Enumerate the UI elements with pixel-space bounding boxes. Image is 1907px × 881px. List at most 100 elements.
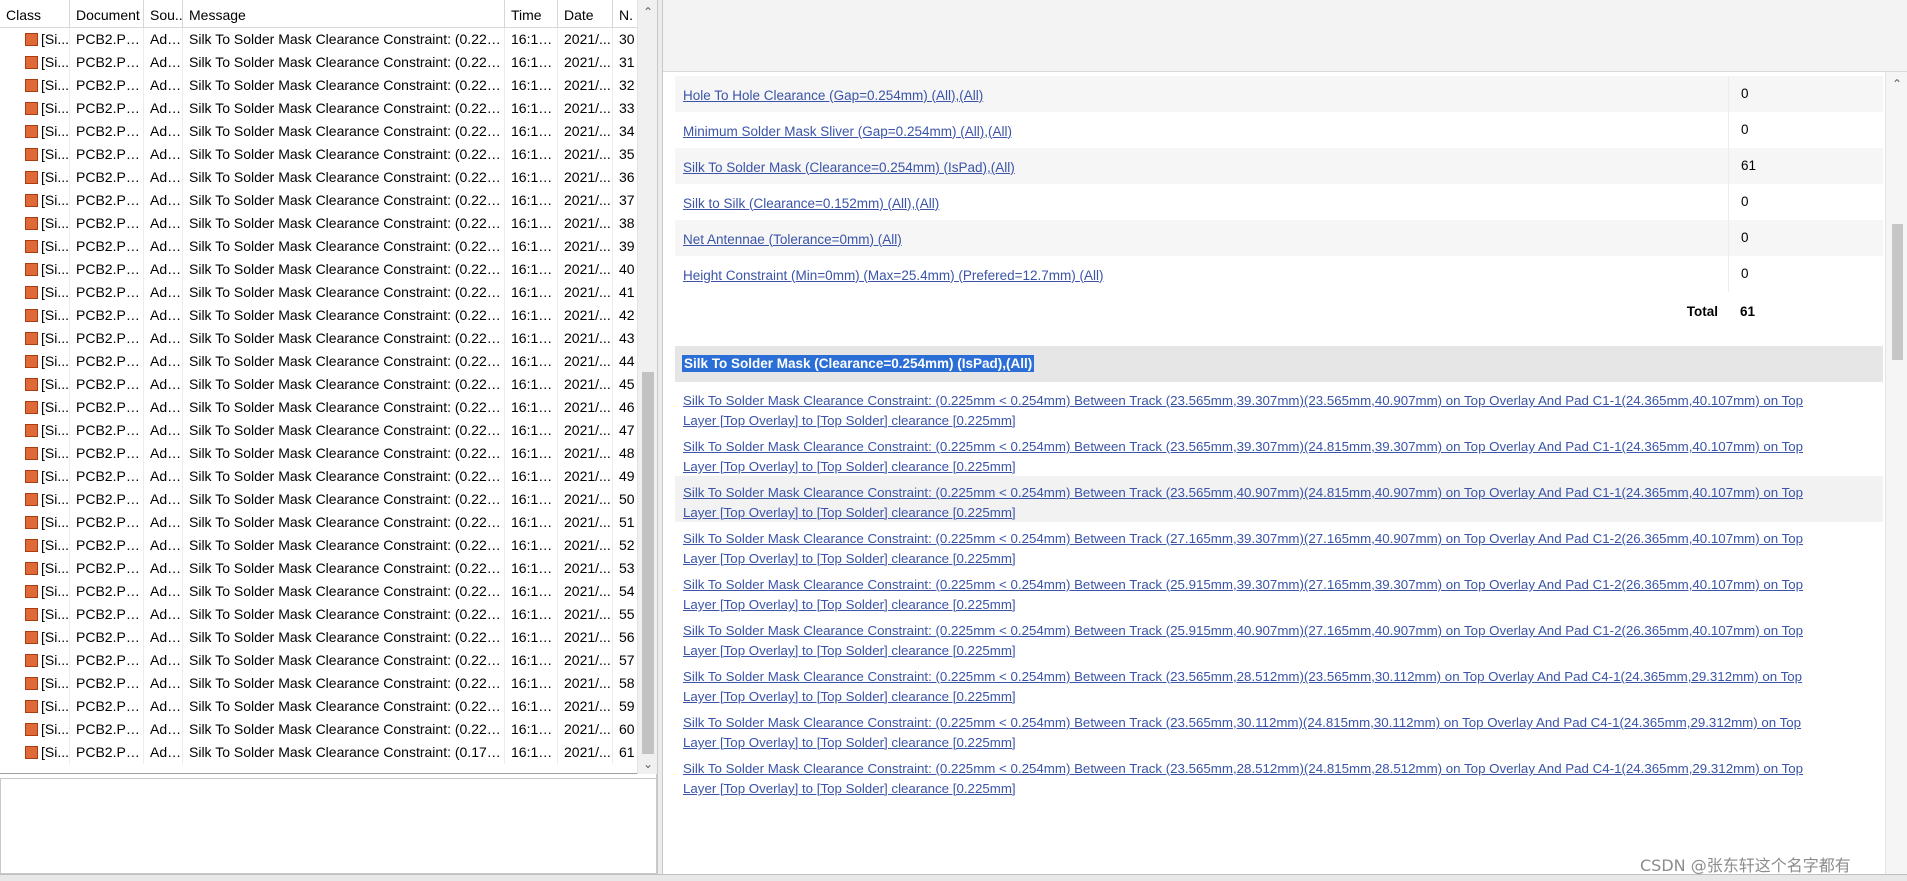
rule-link[interactable]: Net Antennae (Tolerance=0mm) (All) <box>683 232 902 247</box>
cell-time: 16:16:... <box>505 603 558 626</box>
table-row[interactable]: [Si...PCB2.Pcb...Adv...Silk To Solder Ma… <box>0 488 637 511</box>
table-row[interactable]: [Si...PCB2.Pcb...Adv...Silk To Solder Ma… <box>0 166 637 189</box>
violation-link[interactable]: Silk To Solder Mask Clearance Constraint… <box>683 623 1803 638</box>
rule-summary-row: Net Antennae (Tolerance=0mm) (All) 0 <box>675 220 1883 256</box>
table-row[interactable]: [Si...PCB2.Pcb...Adv...Silk To Solder Ma… <box>0 396 637 419</box>
violation-link[interactable]: Silk To Solder Mask Clearance Constraint… <box>683 485 1803 500</box>
violation-item: Silk To Solder Mask Clearance Constraint… <box>675 522 1883 568</box>
cell-no: 46 <box>619 399 635 415</box>
column-header-document[interactable]: Document <box>70 0 144 28</box>
table-row[interactable]: [Si...PCB2.Pcb...Adv...Silk To Solder Ma… <box>0 718 637 741</box>
cell-class: [Si... <box>0 28 70 51</box>
cell-no: 44 <box>619 353 635 369</box>
scroll-up-icon[interactable]: ⌃ <box>638 2 658 22</box>
violation-link-continued[interactable]: Layer [Top Overlay] to [Top Solder] clea… <box>683 781 1016 796</box>
table-row[interactable]: [Si...PCB2.Pcb...Adv...Silk To Solder Ma… <box>0 143 637 166</box>
table-row[interactable]: [Si...PCB2.Pcb...Adv...Silk To Solder Ma… <box>0 580 637 603</box>
violation-link-continued[interactable]: Layer [Top Overlay] to [Top Solder] clea… <box>683 689 1016 704</box>
table-row[interactable]: [Si...PCB2.Pcb...Adv...Silk To Solder Ma… <box>0 120 637 143</box>
cell-class: [Si... <box>0 695 70 718</box>
violation-link[interactable]: Silk To Solder Mask Clearance Constraint… <box>683 531 1803 546</box>
violation-link[interactable]: Silk To Solder Mask Clearance Constraint… <box>683 669 1802 684</box>
table-row[interactable]: [Si...PCB2.Pcb...Adv...Silk To Solder Ma… <box>0 649 637 672</box>
table-row[interactable]: [Si...PCB2.Pcb...Adv...Silk To Solder Ma… <box>0 350 637 373</box>
violation-link-continued[interactable]: Layer [Top Overlay] to [Top Solder] clea… <box>683 597 1016 612</box>
table-row[interactable]: [Si...PCB2.Pcb...Adv...Silk To Solder Ma… <box>0 511 637 534</box>
report-scroll-thumb[interactable] <box>1892 224 1903 360</box>
table-row[interactable]: [Si...PCB2.Pcb...Adv...Silk To Solder Ma… <box>0 97 637 120</box>
table-row[interactable]: [Si...PCB2.Pcb...Adv...Silk To Solder Ma… <box>0 258 637 281</box>
column-header-class[interactable]: Class <box>0 0 70 28</box>
cell-source: Adv... <box>144 327 183 350</box>
violation-link-continued[interactable]: Layer [Top Overlay] to [Top Solder] clea… <box>683 459 1016 474</box>
rule-link[interactable]: Height Constraint (Min=0mm) (Max=25.4mm)… <box>683 268 1104 283</box>
violation-link-continued[interactable]: Layer [Top Overlay] to [Top Solder] clea… <box>683 643 1016 658</box>
table-row[interactable]: [Si...PCB2.Pcb...Adv...Silk To Solder Ma… <box>0 189 637 212</box>
violation-link-continued[interactable]: Layer [Top Overlay] to [Top Solder] clea… <box>683 551 1016 566</box>
table-row[interactable]: [Si...PCB2.Pcb...Adv...Silk To Solder Ma… <box>0 672 637 695</box>
table-row[interactable]: [Si...PCB2.Pcb...Adv...Silk To Solder Ma… <box>0 235 637 258</box>
cell-time: 16:16:... <box>505 235 558 258</box>
cell-document: PCB2.Pcb... <box>70 327 144 350</box>
column-header-no[interactable]: N. <box>613 0 637 28</box>
table-row[interactable]: [Si...PCB2.Pcb...Adv...Silk To Solder Ma… <box>0 212 637 235</box>
table-row[interactable]: [Si...PCB2.Pcb...Adv...Silk To Solder Ma… <box>0 304 637 327</box>
messages-scrollbar[interactable]: ⌃ ⌄ <box>637 0 657 774</box>
cell-source: Adv... <box>144 396 183 419</box>
violation-link-continued[interactable]: Layer [Top Overlay] to [Top Solder] clea… <box>683 505 1016 520</box>
cell-message: Silk To Solder Mask Clearance Constraint… <box>183 465 505 488</box>
table-row[interactable]: [Si...PCB2.Pcb...Adv...Silk To Solder Ma… <box>0 695 637 718</box>
violation-icon <box>25 654 38 667</box>
rule-cell: Silk to Silk (Clearance=0.152mm) (All),(… <box>675 193 1728 212</box>
table-row[interactable]: [Si...PCB2.Pcb...Adv...Silk To Solder Ma… <box>0 557 637 580</box>
cell-class: [Si... <box>0 718 70 741</box>
column-header-source[interactable]: Sou... <box>144 0 183 28</box>
table-row[interactable]: [Si...PCB2.Pcb...Adv...Silk To Solder Ma… <box>0 741 637 764</box>
violation-link[interactable]: Silk To Solder Mask Clearance Constraint… <box>683 715 1801 730</box>
table-row[interactable]: [Si...PCB2.Pcb...Adv...Silk To Solder Ma… <box>0 51 637 74</box>
column-header-date[interactable]: Date <box>558 0 613 28</box>
cell-source: Adv... <box>144 672 183 695</box>
cell-no: 38 <box>619 215 635 231</box>
rule-link[interactable]: Hole To Hole Clearance (Gap=0.254mm) (Al… <box>683 88 983 103</box>
violation-link[interactable]: Silk To Solder Mask Clearance Constraint… <box>683 439 1803 454</box>
report-scrollbar[interactable]: ⌃ <box>1885 72 1907 874</box>
table-row[interactable]: [Si...PCB2.Pcb...Adv...Silk To Solder Ma… <box>0 28 637 51</box>
cell-source: Adv... <box>144 649 183 672</box>
column-header-time[interactable]: Time <box>505 0 558 28</box>
scroll-down-icon[interactable]: ⌄ <box>638 754 658 774</box>
cell-document: PCB2.Pcb... <box>70 74 144 97</box>
violation-link[interactable]: Silk To Solder Mask Clearance Constraint… <box>683 577 1803 592</box>
table-row[interactable]: [Si...PCB2.Pcb...Adv...Silk To Solder Ma… <box>0 74 637 97</box>
table-row[interactable]: [Si...PCB2.Pcb...Adv...Silk To Solder Ma… <box>0 327 637 350</box>
cell-document: PCB2.Pcb... <box>70 442 144 465</box>
table-row[interactable]: [Si...PCB2.Pcb...Adv...Silk To Solder Ma… <box>0 465 637 488</box>
rule-link[interactable]: Silk to Silk (Clearance=0.152mm) (All),(… <box>683 196 939 211</box>
cell-source: Adv... <box>144 557 183 580</box>
cell-time: 16:16:... <box>505 488 558 511</box>
table-row[interactable]: [Si...PCB2.Pcb...Adv...Silk To Solder Ma… <box>0 603 637 626</box>
scroll-up-icon[interactable]: ⌃ <box>1886 74 1907 94</box>
violation-link-continued[interactable]: Layer [Top Overlay] to [Top Solder] clea… <box>683 413 1016 428</box>
table-row[interactable]: [Si...PCB2.Pcb...Adv...Silk To Solder Ma… <box>0 534 637 557</box>
table-row[interactable]: [Si...PCB2.Pcb...Adv...Silk To Solder Ma… <box>0 419 637 442</box>
violation-link[interactable]: Silk To Solder Mask Clearance Constraint… <box>683 761 1803 776</box>
table-row[interactable]: [Si...PCB2.Pcb...Adv...Silk To Solder Ma… <box>0 626 637 649</box>
violation-link[interactable]: Silk To Solder Mask Clearance Constraint… <box>683 393 1803 408</box>
cell-document: PCB2.Pcb... <box>70 258 144 281</box>
messages-scroll-thumb[interactable] <box>642 372 654 754</box>
section-title[interactable]: Silk To Solder Mask (Clearance=0.254mm) … <box>682 355 1035 372</box>
column-header-message[interactable]: Message <box>183 0 505 28</box>
violation-icon <box>25 746 38 759</box>
table-row[interactable]: [Si...PCB2.Pcb...Adv...Silk To Solder Ma… <box>0 281 637 304</box>
rule-link[interactable]: Minimum Solder Mask Sliver (Gap=0.254mm)… <box>683 124 1012 139</box>
rule-count: 0 <box>1728 184 1878 220</box>
cell-time: 16:16:... <box>505 741 558 764</box>
cell-no: 56 <box>619 629 635 645</box>
table-row[interactable]: [Si...PCB2.Pcb...Adv...Silk To Solder Ma… <box>0 373 637 396</box>
violation-link-continued[interactable]: Layer [Top Overlay] to [Top Solder] clea… <box>683 735 1016 750</box>
table-row[interactable]: [Si...PCB2.Pcb...Adv...Silk To Solder Ma… <box>0 442 637 465</box>
rule-link[interactable]: Silk To Solder Mask (Clearance=0.254mm) … <box>683 160 1015 175</box>
cell-document: PCB2.Pcb... <box>70 281 144 304</box>
cell-source: Adv... <box>144 442 183 465</box>
